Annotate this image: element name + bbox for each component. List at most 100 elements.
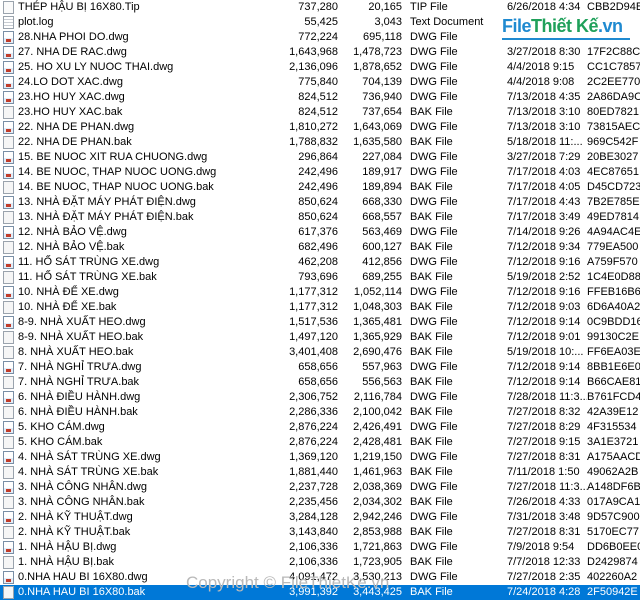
uncompressed-size: 1,365,481 [353,316,402,328]
uncompressed-size: 563,469 [362,226,402,238]
uncompressed-size: 1,723,905 [353,556,402,568]
file-row[interactable]: 2. NHÀ KỸ THUẬT.dwg 3,284,128 2,942,246 DWG… [0,510,640,525]
file-row[interactable]: 11. HỐ SÁT TRÙNG XE.dwg 462,208 412,856 DWG… [0,255,640,270]
uncompressed-size: 1,478,723 [353,46,402,58]
file-row[interactable]: 15. BE NUOC XIT RUA CHUONG.dwg 296,864 227… [0,150,640,165]
file-row[interactable]: 4. NHÀ SÁT TRÙNG XE.bak 1,881,440 1,461,96… [0,465,640,480]
uncompressed-size: 1,635,580 [353,136,402,148]
modified-date: 7/12/2018 9:14 [507,316,581,328]
modified-date: 7/17/2018 4:03 [507,166,581,178]
file-name: 22. NHA DE PHAN.bak [18,136,132,148]
file-row[interactable]: 8. NHÀ XUẤT HEO.bak 3,401,408 2,690,476 BAK… [0,345,640,360]
file-name: 11. HỐ SÁT TRÙNG XE.bak [18,271,157,283]
file-row[interactable]: 2. NHÀ KỸ THUẬT.bak 3,143,840 2,853,988 BAK… [0,525,640,540]
file-type: DWG File [410,91,458,103]
file-row[interactable]: 5. KHO CÁM.bak 2,876,224 2,428,481 BAK File… [0,435,640,450]
file-name: plot.log [18,16,54,28]
modified-date: 7/7/2018 12:33 [507,556,581,568]
file-name: 27. NHA DE RAC.dwg [18,46,127,58]
file-type: DWG File [410,76,458,88]
file-type: DWG File [410,151,458,163]
modified-date: 7/27/2018 8:32 [507,406,581,418]
file-row[interactable]: 7. NHÀ NGHỈ TRƯA.bak 658,656 556,563 BAK Fi… [0,375,640,390]
crc-value: A148DF6B [587,481,640,493]
compressed-size: 1,177,312 [289,286,338,298]
modified-date: 7/9/2018 9:54 [507,541,575,553]
file-row[interactable]: 14. BE NUOC, THAP NUOC UONG.dwg 242,496 18… [0,165,640,180]
file-type: DWG File [410,46,458,58]
file-row[interactable]: 5. KHO CÁM.dwg 2,876,224 2,426,491 DWG File… [0,420,640,435]
modified-date: 7/12/2018 9:14 [507,376,581,388]
file-row[interactable]: 8-9. NHÀ XUẤT HEO.bak 1,497,120 1,365,929 B… [0,330,640,345]
compressed-size: 682,496 [298,241,338,253]
file-row[interactable]: 1. NHÀ HẬU BỊ.dwg 2,106,336 1,721,863 DWG F… [0,540,640,555]
file-row[interactable]: 14. BE NUOC, THAP NUOC UONG.bak 242,496 18… [0,180,640,195]
file-row[interactable]: 12. NHÀ BẢO VỆ.bak 682,496 600,127 BAK File… [0,240,640,255]
file-row[interactable]: 3. NHÀ CÔNG NHÂN.dwg 2,237,728 2,038,369 DW… [0,480,640,495]
file-row[interactable]: 11. HỐ SÁT TRÙNG XE.bak 793,696 689,255 BAK… [0,270,640,285]
file-name: 22. NHA DE PHAN.dwg [18,121,135,133]
file-row[interactable]: 7. NHÀ NGHỈ TRƯA.dwg 658,656 557,963 DWG Fi… [0,360,640,375]
file-type: DWG File [410,286,458,298]
file-row[interactable]: 27. NHA DE RAC.dwg 1,643,968 1,478,723 DWG … [0,45,640,60]
uncompressed-size: 695,118 [363,31,402,43]
compressed-size: 850,624 [298,196,338,208]
file-name: 12. NHÀ BẢO VỆ.dwg [18,226,127,238]
file-type: DWG File [410,196,458,208]
crc-value: CC1C7857 [587,61,640,73]
crc-value: 49062A2B [587,466,639,478]
file-row[interactable]: 8-9. NHÀ XUẤT HEO.dwg 1,517,536 1,365,481 D… [0,315,640,330]
file-row[interactable]: 22. NHA DE PHAN.dwg 1,810,272 1,643,069 DWG… [0,120,640,135]
bak-file-icon [3,271,14,284]
file-row[interactable]: 4. NHÀ SÁT TRÙNG XE.dwg 1,369,120 1,219,15… [0,450,640,465]
crc-value: 7B2E785E [587,196,640,208]
dwg-file-icon [3,226,14,239]
file-row[interactable]: 23.HO HUY XAC.dwg 824,512 736,940 DWG File 7… [0,90,640,105]
file-row[interactable]: 3. NHÀ CÔNG NHÂN.bak 2,235,456 2,034,302 BA… [0,495,640,510]
file-name: 2. NHÀ KỸ THUẬT.bak [18,526,131,538]
file-row[interactable]: 10. NHÀ ĐỂ XE.dwg 1,177,312 1,052,114 DWG F… [0,285,640,300]
bak-file-icon [3,241,14,254]
uncompressed-size: 2,853,988 [353,526,402,538]
crc-value: 779EA500 [587,241,639,253]
crc-value: 4EC87651 [587,166,639,178]
uncompressed-size: 1,219,150 [353,451,402,463]
file-row[interactable]: 24.LO DOT XAC.dwg 775,840 704,139 DWG File 4… [0,75,640,90]
compressed-size: 658,656 [298,376,338,388]
file-row[interactable]: THÉP HẬU BỊ 16X80.Tip 737,280 20,165 TIP Fi… [0,0,640,15]
file-row[interactable]: 10. NHÀ ĐỂ XE.bak 1,177,312 1,048,303 BAK F… [0,300,640,315]
compressed-size: 1,810,272 [289,121,338,133]
crc-value: D45CD723 [587,181,640,193]
compressed-size: 1,497,120 [289,331,338,343]
dwg-file-icon [3,541,14,554]
file-type: BAK File [410,301,453,313]
file-type: DWG File [410,481,458,493]
file-name: 25. HO XU LY NUOC THAI.dwg [18,61,174,73]
modified-date: 3/27/2018 8:30 [507,46,581,58]
file-row[interactable]: 23.HO HUY XAC.bak 824,512 737,654 BAK File 7… [0,105,640,120]
file-row[interactable]: 13. NHÀ ĐẶT MÁY PHÁT ĐIỆN.bak 850,624 668,… [0,210,640,225]
compressed-size: 1,177,312 [289,301,338,313]
file-row[interactable]: 12. NHÀ BẢO VỆ.dwg 617,376 563,469 DWG File… [0,225,640,240]
file-type: DWG File [410,361,458,373]
crc-value: CBB2D94B [587,1,640,13]
file-type: BAK File [410,496,453,508]
file-type: DWG File [410,256,458,268]
file-name: 23.HO HUY XAC.dwg [18,91,125,103]
file-row[interactable]: 22. NHA DE PHAN.bak 1,788,832 1,635,580 BAK… [0,135,640,150]
file-name: 10. NHÀ ĐỂ XE.dwg [18,286,119,298]
modified-date: 7/17/2018 4:05 [507,181,581,193]
file-row[interactable]: 1. NHÀ HẬU BỊ.bak 2,106,336 1,723,905 BAK F… [0,555,640,570]
file-row[interactable]: 25. HO XU LY NUOC THAI.dwg 2,136,096 1,878… [0,60,640,75]
compressed-size: 2,237,728 [289,481,338,493]
bak-file-icon [3,181,14,194]
crc-value: 5170EC77 [587,526,639,538]
crc-value: D2429874 [587,556,638,568]
file-name: 7. NHÀ NGHỈ TRƯA.bak [18,376,140,388]
file-row[interactable]: 6. NHÀ ĐIỀU HÀNH.bak 2,286,336 2,100,042 BA… [0,405,640,420]
bak-file-icon [3,136,14,149]
file-type: BAK File [410,181,453,193]
file-type: BAK File [410,376,453,388]
file-row[interactable]: 13. NHÀ ĐẶT MÁY PHÁT ĐIỆN.dwg 850,624 668,… [0,195,640,210]
file-row[interactable]: 6. NHÀ ĐIỀU HÀNH.dwg 2,306,752 2,116,784 DW… [0,390,640,405]
